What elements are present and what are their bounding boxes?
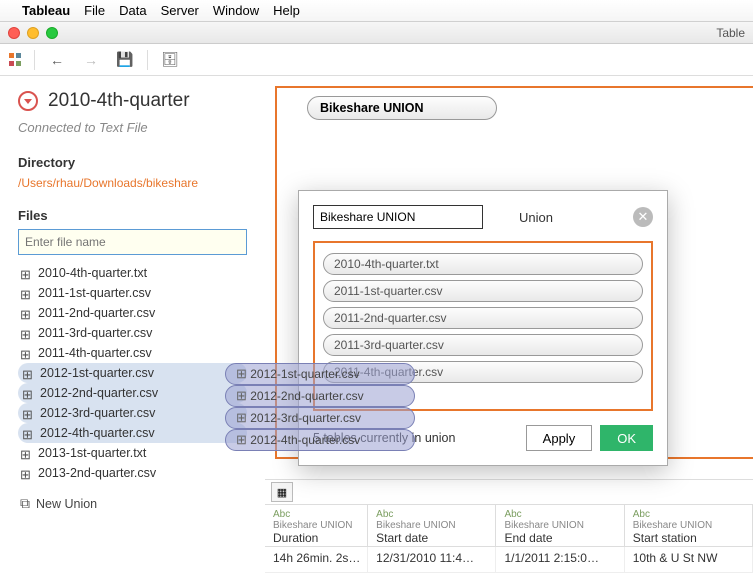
close-icon[interactable]: ✕ xyxy=(633,207,653,227)
column-header[interactable]: AbcBikeshare UNIONEnd date xyxy=(496,505,624,546)
drag-ghost: 2012-4th-quarter.csv xyxy=(225,429,415,451)
file-name: 2010-4th-quarter.txt xyxy=(38,266,147,280)
table-icon xyxy=(22,427,34,439)
file-name: 2013-2nd-quarter.csv xyxy=(38,466,156,480)
save-button[interactable]: 💾 xyxy=(113,49,137,71)
menu-window[interactable]: Window xyxy=(213,3,259,18)
union-table-pill[interactable]: 2011-2nd-quarter.csv xyxy=(323,307,643,329)
new-union-label: New Union xyxy=(36,497,97,511)
mac-menubar: Tableau File Data Server Window Help xyxy=(0,0,753,22)
datasource-title[interactable]: 2010-4th-quarter xyxy=(48,90,190,112)
file-name: 2011-3rd-quarter.csv xyxy=(38,326,152,340)
grid-header: AbcBikeshare UNIONDurationAbcBikeshare U… xyxy=(265,505,753,547)
drag-ghost: 2012-2nd-quarter.csv xyxy=(225,385,415,407)
file-item[interactable]: 2010-4th-quarter.txt xyxy=(18,263,247,283)
app-name[interactable]: Tableau xyxy=(22,3,70,18)
table-icon xyxy=(20,347,32,359)
table-icon xyxy=(236,410,247,426)
file-name: 2012-4th-quarter.csv xyxy=(40,426,155,440)
column-header[interactable]: AbcBikeshare UNIONStart date xyxy=(368,505,496,546)
file-name: 2012-2nd-quarter.csv xyxy=(40,386,158,400)
zoom-icon[interactable] xyxy=(46,27,58,39)
apply-button[interactable]: Apply xyxy=(526,425,593,451)
titlebar: Table xyxy=(0,22,753,44)
table-icon xyxy=(20,447,32,459)
drag-ghost: 2012-1st-quarter.csv xyxy=(225,363,415,385)
file-item[interactable]: 2011-4th-quarter.csv xyxy=(18,343,247,363)
traffic-lights xyxy=(8,27,58,39)
toolbar: ← → 💾 🗄 xyxy=(0,44,753,76)
table-icon xyxy=(22,407,34,419)
file-list: 2010-4th-quarter.txt 2011-1st-quarter.csv… xyxy=(18,263,247,483)
dialog-title: Union xyxy=(519,210,553,225)
files-label: Files xyxy=(18,208,247,223)
union-pill-label: Bikeshare UNION xyxy=(320,101,424,115)
grid-view-button[interactable]: ▦ xyxy=(271,482,293,502)
file-item[interactable]: 2011-3rd-quarter.csv xyxy=(18,323,247,343)
file-item[interactable]: 2013-2nd-quarter.csv xyxy=(18,463,247,483)
union-table-pill[interactable]: 2010-4th-quarter.txt xyxy=(323,253,643,275)
table-icon xyxy=(236,432,247,448)
table-icon xyxy=(20,287,32,299)
file-name: 2011-1st-quarter.csv xyxy=(38,286,151,300)
table-row[interactable]: 14h 26min. 2s…12/31/2010 11:4…1/1/2011 2… xyxy=(265,547,753,573)
file-filter-input[interactable] xyxy=(18,229,247,255)
table-icon xyxy=(22,387,34,399)
window-title: Table xyxy=(716,26,745,40)
table-icon xyxy=(236,388,247,404)
table-icon xyxy=(22,367,34,379)
union-table-pill[interactable]: 2011-1st-quarter.csv xyxy=(323,280,643,302)
data-button[interactable]: 🗄 xyxy=(158,49,182,71)
directory-path[interactable]: /Users/rhau/Downloads/bikeshare xyxy=(18,176,247,190)
table-cell: 14h 26min. 2s… xyxy=(265,547,368,572)
column-header[interactable]: AbcBikeshare UNIONStart station xyxy=(625,505,753,546)
menu-server[interactable]: Server xyxy=(161,3,199,18)
table-cell: 10th & U St NW xyxy=(625,547,753,572)
union-name-input[interactable] xyxy=(313,205,483,229)
table-icon xyxy=(20,327,32,339)
grid-toolbar: ▦ xyxy=(265,479,753,505)
file-item[interactable]: 2011-2nd-quarter.csv xyxy=(18,303,247,323)
menu-file[interactable]: File xyxy=(84,3,105,18)
union-table-pill[interactable]: 2011-3rd-quarter.csv xyxy=(323,334,643,356)
tableau-logo-icon[interactable] xyxy=(8,52,24,68)
file-name: 2012-1st-quarter.csv xyxy=(40,366,154,380)
table-icon xyxy=(20,467,32,479)
table-icon xyxy=(20,267,32,279)
file-item[interactable]: 2013-1st-quarter.txt xyxy=(18,443,247,463)
file-name: 2012-3rd-quarter.csv xyxy=(40,406,155,420)
directory-label: Directory xyxy=(18,155,247,170)
menu-help[interactable]: Help xyxy=(273,3,300,18)
table-cell: 1/1/2011 2:15:0… xyxy=(496,547,624,572)
back-button[interactable]: ← xyxy=(45,49,69,71)
data-grid: ▦ AbcBikeshare UNIONDurationAbcBikeshare… xyxy=(265,479,753,579)
connection-type: Connected to Text File xyxy=(18,120,247,135)
ok-button[interactable]: OK xyxy=(600,425,653,451)
table-icon xyxy=(20,307,32,319)
close-icon[interactable] xyxy=(8,27,20,39)
forward-button[interactable]: → xyxy=(79,49,103,71)
file-item[interactable]: 2012-2nd-quarter.csv xyxy=(18,383,247,403)
table-cell: 12/31/2010 11:4… xyxy=(368,547,496,572)
minimize-icon[interactable] xyxy=(27,27,39,39)
union-icon xyxy=(20,495,30,512)
file-item[interactable]: 2012-4th-quarter.csv xyxy=(18,423,247,443)
file-name: 2013-1st-quarter.txt xyxy=(38,446,146,460)
file-name: 2011-4th-quarter.csv xyxy=(38,346,152,360)
file-name: 2011-2nd-quarter.csv xyxy=(38,306,155,320)
menu-data[interactable]: Data xyxy=(119,3,146,18)
datasource-icon[interactable] xyxy=(18,91,38,111)
left-panel: 2010-4th-quarter Connected to Text File … xyxy=(0,76,265,579)
column-header[interactable]: AbcBikeshare UNIONDuration xyxy=(265,505,368,546)
table-icon xyxy=(236,366,247,382)
new-union-button[interactable]: New Union xyxy=(18,489,247,518)
union-pill[interactable]: Bikeshare UNION xyxy=(307,96,497,120)
drag-ghost: 2012-3rd-quarter.csv xyxy=(225,407,415,429)
file-item[interactable]: 2012-3rd-quarter.csv xyxy=(18,403,247,423)
file-item[interactable]: 2012-1st-quarter.csv xyxy=(18,363,247,383)
file-item[interactable]: 2011-1st-quarter.csv xyxy=(18,283,247,303)
